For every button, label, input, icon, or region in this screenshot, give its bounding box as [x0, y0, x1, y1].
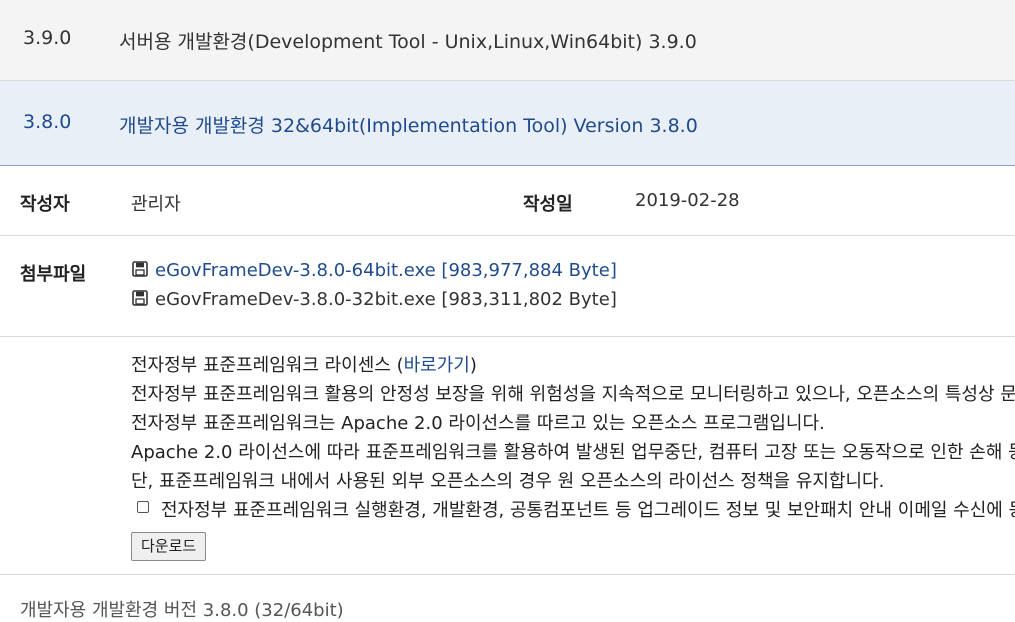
email-consent-checkbox[interactable]: [137, 501, 149, 513]
license-heading-close: ): [469, 355, 477, 376]
license-text: 전자정부 표준프레임워크 활용의 안정성 보장을 위해 위험성을 지속적으로 모…: [131, 384, 1015, 405]
attachments: 첨부파일 eGovFrameDev-3.8.0-64bit.exe [983,9…: [0, 236, 1015, 337]
license-heading-text: 전자정부 표준프레임워크 라이센스 (: [131, 355, 404, 376]
version-row-3-8-0[interactable]: 3.8.0 개발자용 개발환경 32&64bit(Implementation …: [0, 81, 1015, 166]
attachment-filename: eGovFrameDev-3.8.0-64bit.exe [983,977,88…: [155, 260, 617, 281]
version-title[interactable]: 서버용 개발환경(Development Tool - Unix,Linux,W…: [119, 27, 697, 54]
version-number: 3.9.0: [23, 27, 72, 49]
date-value: 2019-02-28: [635, 190, 740, 211]
author-label: 작성자: [20, 194, 70, 215]
download-button[interactable]: 다운로드: [131, 532, 207, 561]
description-text: 개발자용 개발환경 버전 3.8.0 (32/64bit): [20, 600, 344, 621]
attachment-link[interactable]: eGovFrameDev-3.8.0-64bit.exe [983,977,88…: [132, 260, 617, 281]
attachment-filename: eGovFrameDev-3.8.0-32bit.exe [983,311,80…: [155, 289, 617, 310]
post-meta: 작성자 관리자 작성일 2019-02-28: [0, 166, 1015, 236]
author-value: 관리자: [131, 194, 181, 215]
license-heading: 전자정부 표준프레임워크 라이센스 (바로가기): [131, 351, 477, 377]
floppy-disk-icon: [132, 261, 148, 277]
license-text: 단, 표준프레임워크 내에서 사용된 외부 오픈소스의 경우 원 오픈소스의 라…: [131, 471, 885, 492]
license-section: 전자정부 표준프레임워크 라이센스 (바로가기) 전자정부 표준프레임워크 활용…: [0, 337, 1015, 575]
floppy-disk-icon: [132, 290, 148, 306]
email-consent-label: 전자정부 표준프레임워크 실행환경, 개발환경, 공통컴포넌트 등 업그레이드 …: [161, 500, 1015, 521]
date-label: 작성일: [523, 194, 573, 215]
license-text: Apache 2.0 라이선스에 따라 표준프레임워크를 활용하여 발생된 업무…: [131, 442, 1015, 463]
version-title[interactable]: 개발자용 개발환경 32&64bit(Implementation Tool) …: [119, 111, 698, 138]
version-row-3-9-0[interactable]: 3.9.0 서버용 개발환경(Development Tool - Unix,L…: [0, 0, 1015, 81]
version-number: 3.8.0: [23, 111, 72, 133]
license-link[interactable]: 바로가기: [404, 355, 470, 376]
attachment-link[interactable]: eGovFrameDev-3.8.0-32bit.exe [983,311,80…: [132, 289, 617, 310]
license-text: 전자정부 표준프레임워크는 Apache 2.0 라이선스를 따르고 있는 오픈…: [131, 413, 825, 434]
attachments-label: 첨부파일: [20, 264, 87, 285]
